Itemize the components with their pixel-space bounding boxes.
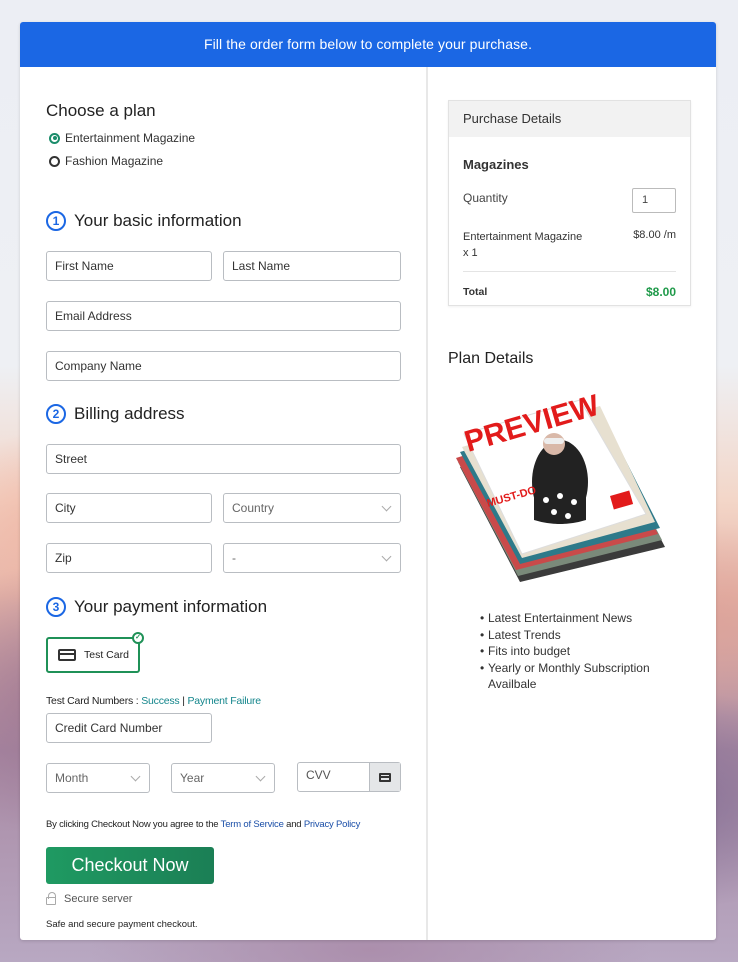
country-value: Country xyxy=(232,501,275,515)
company-input[interactable]: Company Name xyxy=(46,351,401,381)
feature-list: Latest Entertainment News Latest Trends … xyxy=(480,610,660,693)
cvv-addon xyxy=(369,763,400,791)
item-qty: x 1 xyxy=(463,247,478,259)
state-value: - xyxy=(232,551,236,565)
secure-label: Secure server xyxy=(64,893,133,905)
month-value: Month xyxy=(55,771,89,785)
chevron-down-icon xyxy=(255,771,266,782)
year-select[interactable]: Year xyxy=(171,763,275,793)
feature-item: Yearly or Monthly Subscription Availbale xyxy=(480,660,660,693)
total-value: $8.00 xyxy=(645,285,676,299)
month-select[interactable]: Month xyxy=(46,763,150,793)
test-numbers-label: Test Card Numbers : xyxy=(46,695,142,707)
agreement-text: By clicking Checkout Now you agree to th… xyxy=(46,819,360,830)
first-name-input[interactable]: First Name xyxy=(46,251,212,281)
payment-heading: 3 Your payment information xyxy=(46,597,267,617)
last-name-input[interactable]: Last Name xyxy=(223,251,401,281)
plan-option-fashion[interactable]: Fashion Magazine xyxy=(49,154,163,168)
payment-failure-link[interactable]: Payment Failure xyxy=(187,695,261,707)
lock-icon xyxy=(46,892,56,905)
item-name: Entertainment Magazine xyxy=(463,231,583,243)
step-3-icon: 3 xyxy=(46,597,66,617)
section-title: Billing address xyxy=(74,404,185,423)
chevron-down-icon xyxy=(381,551,392,562)
agreement-and: and xyxy=(283,819,304,830)
credit-card-icon xyxy=(58,649,76,661)
total-label: Total xyxy=(463,286,488,298)
purchase-details-heading: Purchase Details xyxy=(449,101,690,137)
divider xyxy=(463,271,676,272)
feature-item: Latest Entertainment News xyxy=(480,610,660,627)
radio-selected[interactable] xyxy=(49,132,60,144)
year-value: Year xyxy=(180,771,205,785)
section-title: Your payment information xyxy=(74,597,268,616)
quantity-input[interactable]: 1 xyxy=(632,188,676,213)
chevron-down-icon xyxy=(130,771,141,782)
feature-item: Fits into budget xyxy=(480,643,660,660)
test-card-option[interactable]: Test Card ✓ xyxy=(46,632,144,673)
basic-info-heading: 1 Your basic information xyxy=(46,211,242,231)
terms-link[interactable]: Term of Service xyxy=(221,819,284,830)
item-price: $8.00 /m xyxy=(633,229,676,241)
category-label: Magazines xyxy=(463,157,529,172)
quantity-label: Quantity xyxy=(463,191,508,205)
magazine-image: PREVIEW MUST-DO xyxy=(456,392,665,582)
feature-item: Latest Trends xyxy=(480,627,660,644)
cvv-placeholder: CVV xyxy=(306,768,331,782)
city-input[interactable]: City xyxy=(46,493,212,523)
step-2-icon: 2 xyxy=(46,404,66,424)
order-form-card: Fill the order form below to complete yo… xyxy=(20,22,716,940)
cvv-input[interactable]: CVV xyxy=(297,762,401,792)
line-item: Entertainment Magazine x 1 xyxy=(463,229,603,261)
billing-heading: 2 Billing address xyxy=(46,404,185,424)
section-title: Your basic information xyxy=(74,211,242,230)
privacy-link[interactable]: Privacy Policy xyxy=(304,819,361,830)
secure-server: Secure server xyxy=(46,892,133,905)
success-link[interactable]: Success xyxy=(141,695,179,707)
plan-option-label: Entertainment Magazine xyxy=(65,131,196,145)
check-icon: ✓ xyxy=(132,632,144,644)
test-card-label: Test Card xyxy=(84,649,129,661)
checkout-now-button[interactable]: Checkout Now xyxy=(46,847,214,884)
plan-details-heading: Plan Details xyxy=(448,350,534,367)
zip-input[interactable]: Zip xyxy=(46,543,212,573)
radio-unselected[interactable] xyxy=(49,155,60,167)
choose-plan-heading: Choose a plan xyxy=(46,101,156,120)
email-input[interactable]: Email Address xyxy=(46,301,401,331)
purchase-details-box: Purchase Details Magazines Quantity 1 En… xyxy=(448,100,691,306)
column-divider xyxy=(426,67,428,940)
safe-checkout-text: Safe and secure payment checkout. xyxy=(46,919,198,930)
plan-option-entertainment[interactable]: Entertainment Magazine xyxy=(49,131,195,145)
card-icon xyxy=(379,772,391,782)
test-card-numbers: Test Card Numbers : Success | Payment Fa… xyxy=(46,695,261,707)
plan-option-label: Fashion Magazine xyxy=(65,154,164,168)
agreement-prefix: By clicking Checkout Now you agree to th… xyxy=(46,819,221,830)
header-banner: Fill the order form below to complete yo… xyxy=(20,22,716,67)
state-select[interactable]: - xyxy=(223,543,401,573)
step-1-icon: 1 xyxy=(46,211,66,231)
chevron-down-icon xyxy=(381,501,392,512)
country-select[interactable]: Country xyxy=(223,493,401,523)
street-input[interactable]: Street xyxy=(46,444,401,474)
credit-card-number-input[interactable]: Credit Card Number xyxy=(46,713,212,743)
